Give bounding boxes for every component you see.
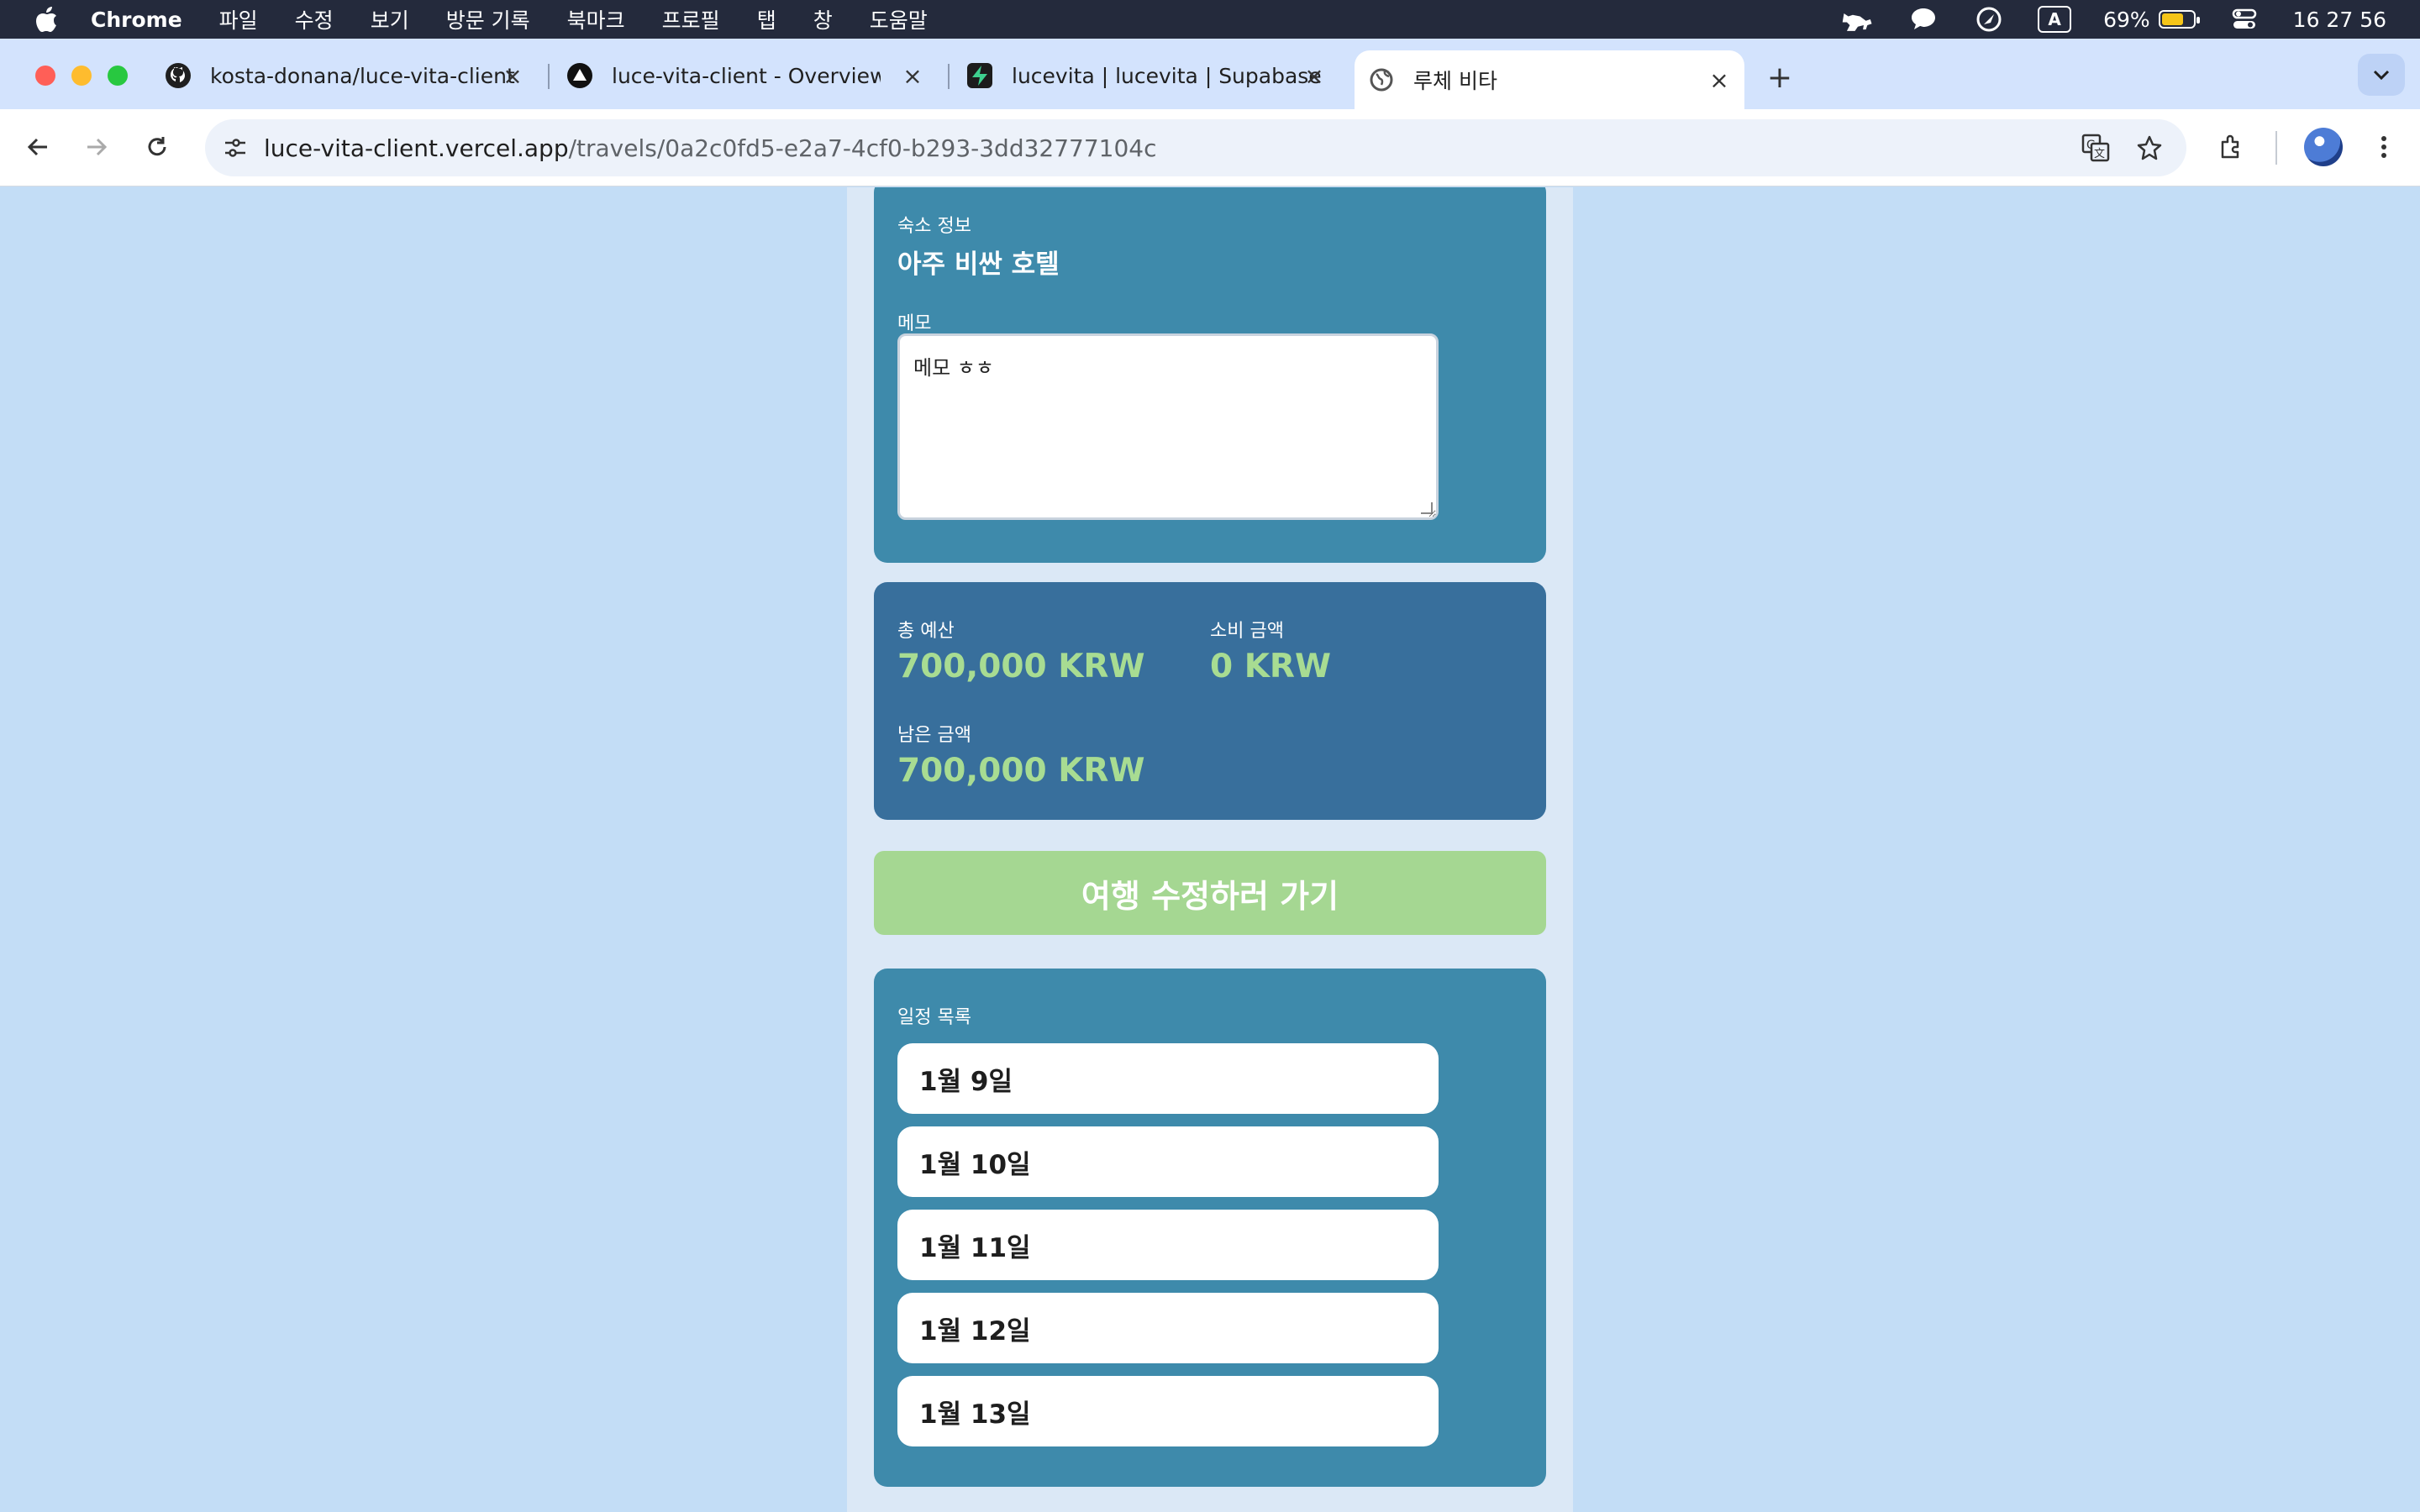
edit-travel-button[interactable]: 여행 수정하러 가기 [874, 851, 1546, 935]
menu-tab[interactable]: 탭 [757, 4, 776, 34]
puzzle-icon [2221, 134, 2239, 159]
tab-search-button[interactable] [2358, 54, 2405, 96]
menu-edit[interactable]: 수정 [295, 4, 334, 34]
tab-github[interactable]: kosta-donana/luce-vita-client × [165, 50, 531, 101]
profile-avatar[interactable] [2304, 128, 2343, 166]
window-controls [35, 66, 128, 86]
close-tab-icon[interactable]: × [901, 62, 924, 90]
schedule-card: 일정 목록 1월 9일 1월 10일 1월 11일 1월 12일 1월 13일 [874, 969, 1546, 1487]
lodging-memo-card: 숙소 정보 아주 비싼 호텔 메모 메모 ㅎㅎ [874, 187, 1546, 563]
remaining-amount-value: 700,000 KRW [897, 752, 1145, 790]
content-column: 숙소 정보 아주 비싼 호텔 메모 메모 ㅎㅎ 총 예산 700,000 KRW… [847, 187, 1573, 1512]
close-tab-icon[interactable]: × [1707, 66, 1731, 94]
remaining-amount-label: 남은 금액 [897, 725, 971, 746]
cat-status-icon[interactable] [1841, 7, 1875, 32]
web-page: 숙소 정보 아주 비싼 호텔 메모 메모 ㅎㅎ 총 예산 700,000 KRW… [0, 187, 2420, 1512]
tab-luce-vita-active[interactable]: 루체 비타 × [1355, 50, 1744, 109]
apple-menu-icon[interactable] [32, 5, 60, 34]
menu-bookmarks[interactable]: 북마크 [567, 4, 625, 34]
svg-text:文: 文 [2094, 148, 2105, 160]
schedule-day-item[interactable]: 1월 13일 [897, 1376, 1439, 1446]
chevron-down-icon [2373, 70, 2390, 81]
message-status-icon[interactable] [1907, 7, 1940, 32]
more-vertical-icon [2381, 136, 2386, 158]
back-arrow-icon [27, 138, 47, 156]
app-name-menu[interactable]: Chrome [91, 8, 182, 32]
reload-icon [148, 137, 166, 156]
memo-text: 메모 ㅎㅎ [913, 356, 994, 380]
resize-handle-icon[interactable] [1421, 502, 1433, 514]
supabase-icon [966, 62, 993, 89]
tab-vercel[interactable]: luce-vita-client - Overview – × [566, 50, 931, 101]
address-bar[interactable]: luce-vita-client.vercel.app/travels/0a2c… [205, 119, 2186, 176]
battery-icon [2158, 10, 2200, 29]
site-info-icon[interactable] [215, 128, 255, 168]
minimize-window-button[interactable] [71, 66, 92, 86]
url-path: /travels/0a2c0fd5-e2a7-4cf0-b293-3dd3277… [568, 134, 1157, 162]
menu-profile[interactable]: 프로필 [662, 4, 720, 34]
translate-icon[interactable]: G文 [2075, 128, 2116, 168]
schedule-day-item[interactable]: 1월 11일 [897, 1210, 1439, 1280]
macos-menu-bar: Chrome 파일 수정 보기 방문 기록 북마크 프로필 탭 창 도움말 A … [0, 0, 2420, 39]
extensions-button[interactable] [2210, 126, 2252, 168]
schedule-day-item[interactable]: 1월 10일 [897, 1126, 1439, 1197]
total-budget-label: 총 예산 [897, 621, 955, 642]
spent-amount-value: 0 KRW [1210, 648, 1331, 685]
budget-card: 총 예산 700,000 KRW 소비 금액 0 KRW 남은 금액 700,0… [874, 582, 1546, 820]
menu-history[interactable]: 방문 기록 [446, 4, 530, 34]
schedule-day-item[interactable]: 1월 9일 [897, 1043, 1439, 1114]
globe-icon [1368, 66, 1395, 93]
lodging-label: 숙소 정보 [897, 216, 971, 237]
browser-toolbar: luce-vita-client.vercel.app/travels/0a2c… [0, 109, 2420, 186]
bookmark-star-icon[interactable] [2129, 128, 2170, 168]
reload-button[interactable] [136, 126, 178, 168]
vercel-icon [566, 62, 593, 89]
close-tab-icon[interactable]: × [1302, 62, 1326, 90]
control-center-icon[interactable] [2228, 7, 2261, 32]
menu-view[interactable]: 보기 [371, 4, 409, 34]
menu-file[interactable]: 파일 [219, 4, 258, 34]
url-text[interactable]: luce-vita-client.vercel.app/travels/0a2c… [264, 119, 1157, 176]
memo-textarea[interactable]: 메모 ㅎㅎ [897, 333, 1439, 520]
battery-indicator[interactable]: 69% [2103, 7, 2200, 32]
browser-tab-strip: kosta-donana/luce-vita-client × luce-vit… [0, 39, 2420, 109]
tab-title: lucevita | lucevita | Supabase [1012, 63, 1322, 88]
menu-window[interactable]: 창 [813, 4, 833, 34]
fullscreen-window-button[interactable] [108, 66, 128, 86]
lodging-value: 아주 비싼 호텔 [897, 249, 1060, 280]
schedule-label: 일정 목록 [897, 1007, 971, 1028]
tab-supabase[interactable]: lucevita | lucevita | Supabase × [966, 50, 1333, 101]
new-tab-button[interactable]: + [1763, 60, 1797, 95]
menu-help[interactable]: 도움말 [870, 4, 928, 34]
input-source-icon[interactable]: A [2038, 6, 2072, 33]
close-window-button[interactable] [35, 66, 55, 86]
close-tab-icon[interactable]: × [501, 62, 524, 90]
tab-title: 루체 비타 [1413, 69, 1497, 93]
menu-bar-clock[interactable]: 16 27 56 [2293, 8, 2386, 32]
tab-title: kosta-donana/luce-vita-client [210, 63, 515, 88]
spent-amount-label: 소비 금액 [1210, 621, 1284, 642]
chrome-menu-button[interactable] [2363, 126, 2405, 168]
back-button[interactable] [17, 126, 59, 168]
total-budget-value: 700,000 KRW [897, 648, 1145, 685]
battery-level-fill [2161, 13, 2183, 25]
location-status-icon[interactable] [1972, 7, 2006, 32]
memo-label: 메모 [897, 313, 932, 334]
url-host: luce-vita-client.vercel.app [264, 134, 569, 162]
forward-arrow-icon [87, 138, 108, 156]
tab-title: luce-vita-client - Overview – [612, 63, 881, 88]
forward-button[interactable] [76, 126, 118, 168]
battery-percent: 69% [2103, 7, 2150, 32]
schedule-day-item[interactable]: 1월 12일 [897, 1293, 1439, 1363]
github-icon [165, 62, 192, 89]
